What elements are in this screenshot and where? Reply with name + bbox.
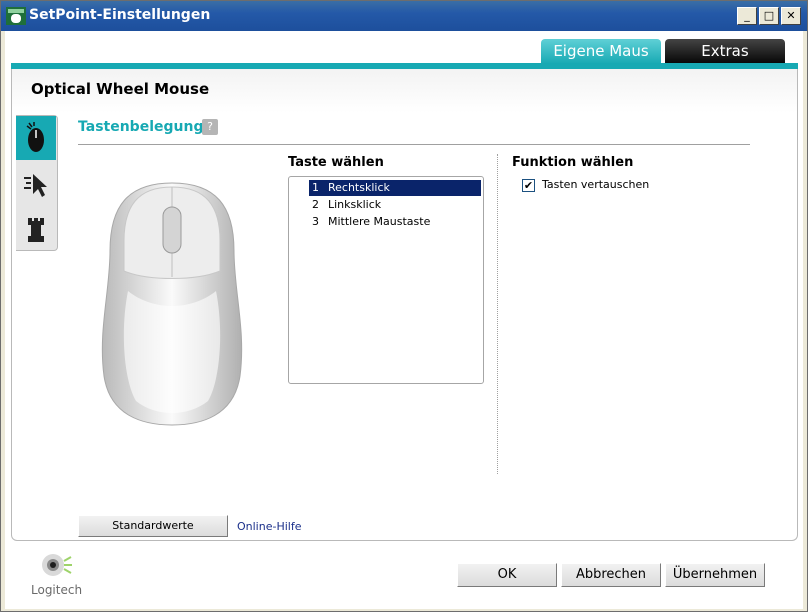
settings-panel: Optical Wheel Mouse Tastenbelegung ? Tas… [11, 69, 798, 541]
window-title: SetPoint-Einstellungen [29, 7, 211, 23]
swap-buttons-label[interactable]: Tasten vertauschen [542, 178, 649, 191]
button-select-title: Taste wählen [288, 155, 384, 170]
online-help-link[interactable]: Online-Hilfe [237, 520, 301, 533]
minimize-button[interactable]: _ [737, 7, 757, 25]
list-item[interactable]: 3 Mittlere Maustaste [309, 214, 481, 230]
title-bar[interactable]: SetPoint-Einstellungen _ □ ✕ [1, 1, 807, 31]
cancel-button[interactable]: Abbrechen [561, 563, 661, 587]
swap-buttons-checkbox[interactable]: ✔ [522, 179, 535, 192]
device-name: Optical Wheel Mouse [31, 80, 210, 98]
chess-rook-icon [28, 218, 44, 242]
column-divider [497, 154, 498, 474]
mouse-icon [26, 122, 44, 152]
list-item[interactable]: 2 Linksklick [309, 197, 481, 213]
tab-eigene-maus[interactable]: Eigene Maus [541, 39, 661, 64]
device-header: Optical Wheel Mouse [12, 69, 797, 113]
window-content: Eigene Maus Extras Optical Wheel Mouse T… [5, 31, 803, 609]
setpoint-window: SetPoint-Einstellungen _ □ ✕ Eigene Maus… [0, 0, 808, 612]
mouse-illustration [101, 182, 243, 426]
function-select-title: Funktion wählen [512, 155, 634, 170]
pointer-icon [24, 174, 47, 197]
section-title: Tastenbelegung [78, 119, 204, 135]
defaults-button[interactable]: Standardwerte [78, 515, 228, 537]
side-tab-games[interactable] [16, 208, 56, 252]
tab-extras[interactable]: Extras [665, 39, 785, 64]
logo-text: Logitech [31, 583, 83, 597]
list-item[interactable]: 1 Rechtsklick [309, 180, 481, 196]
section-divider [78, 144, 750, 145]
apply-button[interactable]: Übernehmen [665, 563, 765, 587]
side-tab-strip [16, 115, 58, 251]
maximize-button[interactable]: □ [759, 7, 779, 25]
button-listbox[interactable]: 1 Rechtsklick 2 Linksklick 3 Mittlere Maust… [288, 176, 484, 384]
ok-button[interactable]: OK [457, 563, 557, 587]
side-tab-buttons[interactable] [16, 116, 56, 160]
close-button[interactable]: ✕ [781, 7, 801, 25]
side-tab-pointer[interactable] [16, 162, 56, 206]
help-icon[interactable]: ? [202, 119, 218, 135]
app-icon [6, 7, 26, 25]
